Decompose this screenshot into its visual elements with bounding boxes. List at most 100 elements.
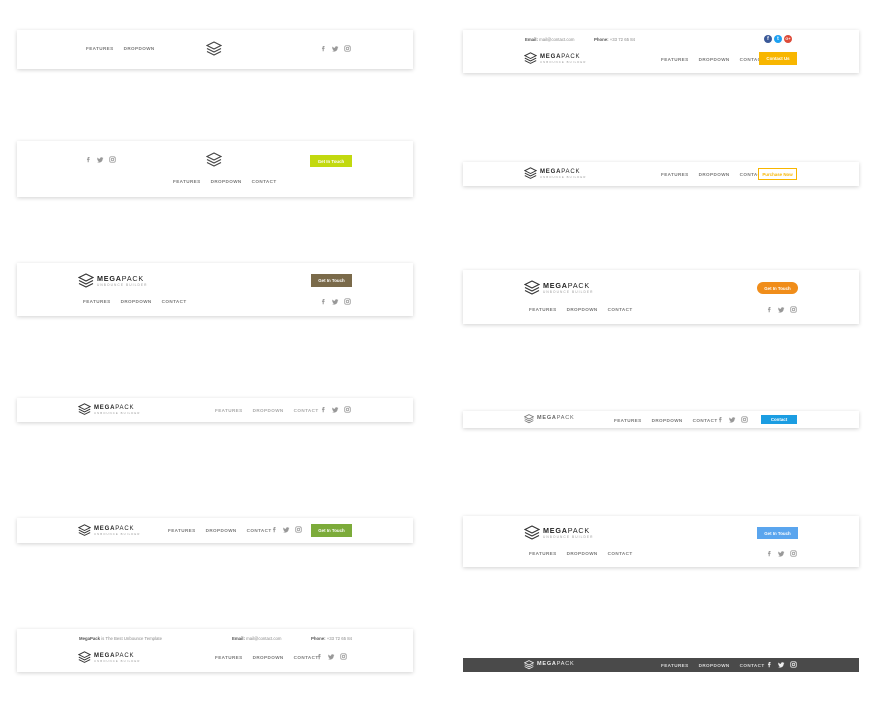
megapack-logo-icon [524,525,540,541]
twitter-icon[interactable]: t [774,35,782,43]
nav-features[interactable]: FEATURES [168,528,196,533]
megapack-logo-icon [78,651,91,664]
instagram-icon[interactable] [109,156,116,163]
get-in-touch-button[interactable]: Get In Touch [757,527,798,539]
nav-contact[interactable]: CONTACT [294,655,319,660]
twitter-icon[interactable] [332,406,339,413]
nav-contact[interactable]: CONTACT [608,551,633,556]
brand-logo[interactable]: MEGAPACK UNBOUNCE BUILDER [524,167,587,180]
nav-features[interactable]: FEATURES [529,551,557,556]
nav-features[interactable]: FEATURES [83,299,111,304]
contact-us-button[interactable]: Contact Us [759,52,797,65]
brand-logo[interactable]: MEGAPACK UNBOUNCE BUILDER [78,524,141,537]
instagram-icon[interactable] [295,526,302,533]
brand-name: MEGAPACK [543,281,591,291]
nav-dropdown[interactable]: DROPDOWN [124,46,155,51]
instagram-icon[interactable] [790,661,797,668]
megapack-logo-icon[interactable] [206,41,222,57]
get-in-touch-button[interactable]: Get In Touch [310,155,352,167]
brand-logo[interactable]: MEGAPACK UNBOUNCE BUILDER [524,525,594,541]
get-in-touch-button[interactable]: Get In Touch [311,524,352,537]
facebook-icon[interactable] [766,661,773,668]
nav-contact[interactable]: CONTACT [693,418,718,423]
nav-contact[interactable]: CONTACT [162,299,187,304]
facebook-icon[interactable] [316,653,323,660]
nav-dropdown[interactable]: DROPDOWN [699,57,730,62]
twitter-icon[interactable] [328,653,335,660]
nav-features[interactable]: FEATURES [661,57,689,62]
main-nav: FEATURES DROPDOWN CONTACT [529,307,633,312]
facebook-icon[interactable] [766,306,773,313]
twitter-icon[interactable] [729,416,736,423]
nav-contact[interactable]: CONTACT [247,528,272,533]
brand-logo[interactable]: MEGAPACK [524,414,574,424]
contact-button[interactable]: Contact [761,415,797,424]
nav-contact[interactable]: CONTACT [740,663,765,668]
brand-logo[interactable]: MEGAPACK UNBOUNCE BUILDER [78,651,141,664]
instagram-icon[interactable] [790,306,797,313]
instagram-icon[interactable] [340,653,347,660]
nav-dropdown[interactable]: DROPDOWN [211,179,242,184]
nav-dropdown[interactable]: DROPDOWN [121,299,152,304]
twitter-icon[interactable] [283,526,290,533]
nav-dropdown[interactable]: DROPDOWN [253,655,284,660]
nav-features[interactable]: FEATURES [529,307,557,312]
instagram-icon[interactable] [790,550,797,557]
brand-name: MEGAPACK [537,661,575,668]
twitter-icon[interactable] [778,550,785,557]
brand-logo[interactable]: MEGAPACK UNBOUNCE BUILDER [524,280,594,296]
brand-name: MEGAPACK [540,168,581,175]
nav-dropdown[interactable]: DROPDOWN [567,551,598,556]
main-nav: FEATURES DROPDOWN CONTACT [614,418,718,423]
social-links [320,45,351,52]
nav-contact[interactable]: CONTACT [252,179,277,184]
twitter-icon[interactable] [778,306,785,313]
header-variant-4: MEGAPACK UNBOUNCE BUILDER FEATURES DROPDO… [17,398,413,422]
facebook-icon[interactable] [766,550,773,557]
header-variant-7: Email: mail@contact.com Phone: +33 72 65… [463,30,859,73]
facebook-icon[interactable] [85,156,92,163]
purchase-now-button[interactable]: Purchase Now [758,168,797,180]
twitter-icon[interactable] [778,661,785,668]
facebook-icon[interactable] [320,406,327,413]
nav-dropdown[interactable]: DROPDOWN [699,172,730,177]
nav-features[interactable]: FEATURES [215,408,243,413]
instagram-icon[interactable] [344,406,351,413]
main-nav: FEATURES DROPDOWN CONTACT [215,408,319,413]
nav-features[interactable]: FEATURES [661,663,689,668]
megapack-logo-icon[interactable] [206,152,222,168]
twitter-icon[interactable] [332,45,339,52]
get-in-touch-button[interactable]: Get In Touch [311,274,352,287]
facebook-icon[interactable] [320,45,327,52]
megapack-logo-icon [524,167,537,180]
header-variant-12: MEGAPACK FEATURES DROPDOWN CONTACT [463,658,859,672]
nav-features[interactable]: FEATURES [661,172,689,177]
nav-features[interactable]: FEATURES [215,655,243,660]
twitter-icon[interactable] [97,156,104,163]
brand-logo[interactable]: MEGAPACK UNBOUNCE BUILDER [78,403,141,416]
brand-name: MEGAPACK [540,53,581,60]
facebook-icon[interactable]: f [764,35,772,43]
brand-logo[interactable]: MEGAPACK UNBOUNCE BUILDER [78,273,148,289]
brand-logo[interactable]: MEGAPACK [524,660,574,670]
nav-dropdown[interactable]: DROPDOWN [206,528,237,533]
nav-features[interactable]: FEATURES [86,46,114,51]
nav-features[interactable]: FEATURES [173,179,201,184]
nav-dropdown[interactable]: DROPDOWN [699,663,730,668]
nav-features[interactable]: FEATURES [614,418,642,423]
google-plus-icon[interactable]: G+ [784,35,792,43]
brand-logo[interactable]: MEGAPACK UNBOUNCE BUILDER [524,52,587,65]
facebook-icon[interactable] [717,416,724,423]
nav-contact[interactable]: CONTACT [294,408,319,413]
nav-dropdown[interactable]: DROPDOWN [253,408,284,413]
twitter-icon[interactable] [332,298,339,305]
get-in-touch-button[interactable]: Get In Touch [757,282,798,294]
instagram-icon[interactable] [741,416,748,423]
instagram-icon[interactable] [344,45,351,52]
nav-dropdown[interactable]: DROPDOWN [567,307,598,312]
nav-dropdown[interactable]: DROPDOWN [652,418,683,423]
instagram-icon[interactable] [344,298,351,305]
facebook-icon[interactable] [320,298,327,305]
facebook-icon[interactable] [271,526,278,533]
nav-contact[interactable]: CONTACT [608,307,633,312]
